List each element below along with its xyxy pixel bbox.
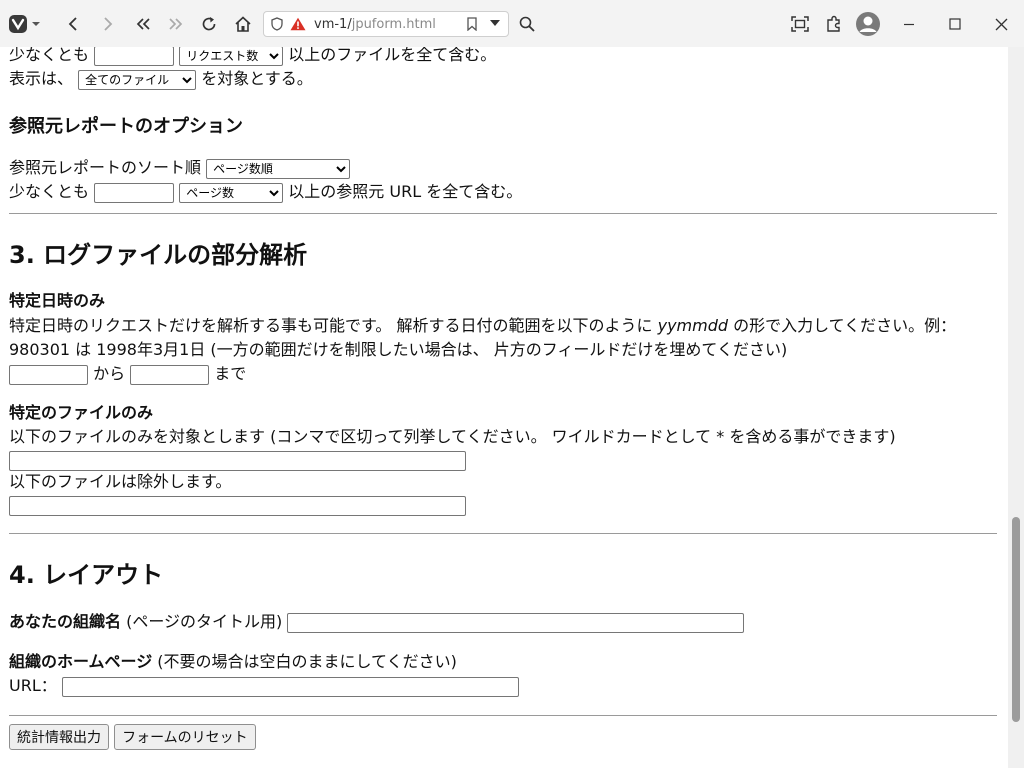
homepage-url-row: URL： bbox=[9, 676, 519, 697]
search-icon[interactable] bbox=[516, 12, 538, 36]
browser-toolbar: vm-1/jpuform.html bbox=[0, 0, 1024, 47]
submit-stats-button[interactable]: 統計情報出力 bbox=[9, 724, 109, 750]
file-filter-heading: 特定のファイルのみ bbox=[9, 403, 154, 422]
divider bbox=[9, 533, 997, 534]
exclude-files-label: 以下のファイルは除外します。 bbox=[9, 472, 232, 491]
org-name-input[interactable] bbox=[287, 612, 745, 633]
min-requests-row: 少なくとも リクエスト数 以上のファイルを全て含む。 bbox=[9, 47, 496, 66]
homepage-url-label: URL： bbox=[9, 676, 57, 695]
file-filter-description: 以下のファイルのみを対象とします (コンマで区切って列挙してください。 ワイルド… bbox=[9, 427, 896, 446]
warning-icon[interactable] bbox=[290, 17, 306, 31]
date-to-input[interactable] bbox=[130, 364, 210, 385]
shield-icon[interactable] bbox=[271, 17, 283, 31]
referrer-options-heading: 参照元レポートのオプション bbox=[9, 116, 243, 137]
min-requests-unit-select[interactable]: リクエスト数 bbox=[179, 47, 284, 66]
org-name-hint: (ページのタイトル用) bbox=[126, 612, 283, 631]
url-dropdown-icon[interactable] bbox=[490, 20, 500, 27]
referrer-min-row: 少なくとも ページ数 以上の参照元 URL を全て含む。 bbox=[9, 182, 522, 203]
reload-icon[interactable] bbox=[198, 12, 220, 36]
reset-form-button[interactable]: フォームのリセット bbox=[114, 724, 256, 750]
homepage-url-input[interactable] bbox=[61, 676, 519, 697]
date-range-heading: 特定日時のみ bbox=[9, 291, 106, 310]
date-range-description: 特定日時のリクエストだけを解析する事も可能です。 解析する日付の範囲を以下のよう… bbox=[9, 316, 956, 336]
date-desc-part-b: の形で入力してください。例： bbox=[733, 316, 957, 335]
display-scope-prefix: 表示は、 bbox=[9, 69, 74, 88]
close-icon[interactable] bbox=[990, 12, 1012, 36]
scrollbar-thumb[interactable] bbox=[1012, 517, 1020, 722]
rewind-icon[interactable] bbox=[131, 12, 155, 36]
referrer-min-unit-select[interactable]: ページ数 bbox=[179, 182, 284, 203]
address-bar[interactable]: vm-1/jpuform.html bbox=[263, 11, 509, 37]
section4-heading: 4. レイアウト bbox=[9, 561, 164, 589]
min-requests-prefix: 少なくとも bbox=[9, 47, 90, 64]
vivaldi-menu-icon[interactable] bbox=[8, 12, 42, 36]
homepage-label: 組織のホームページ bbox=[9, 652, 153, 671]
referrer-sort-label: 参照元レポートのソート順 bbox=[9, 158, 202, 177]
referrer-sort-row: 参照元レポートのソート順 ページ数順 bbox=[9, 158, 351, 179]
form-actions: 統計情報出力 フォームのリセット bbox=[9, 724, 256, 750]
min-requests-suffix: 以上のファイルを全て含む。 bbox=[288, 47, 497, 64]
back-icon[interactable] bbox=[62, 12, 84, 36]
referrer-min-suffix: 以上の参照元 URL を全て含む。 bbox=[288, 182, 523, 201]
date-from-input[interactable] bbox=[9, 364, 88, 385]
date-desc-part-a: 特定日時のリクエストだけを解析する事も可能です。 解析する日付の範囲を以下のよう… bbox=[9, 316, 653, 335]
homepage-row: 組織のホームページ (不要の場合は空白のままにしてください) bbox=[9, 652, 457, 672]
date-to-label: まで bbox=[214, 364, 247, 383]
exclude-files-input[interactable] bbox=[9, 496, 466, 516]
min-requests-input[interactable] bbox=[94, 47, 175, 66]
profile-avatar-icon[interactable] bbox=[854, 10, 882, 38]
home-icon[interactable] bbox=[232, 12, 254, 36]
homepage-hint: (不要の場合は空白のままにしてください) bbox=[157, 652, 457, 671]
display-scope-row: 表示は、 全てのファイル を対象とする。 bbox=[9, 69, 313, 90]
page-scrollbar[interactable] bbox=[1008, 47, 1024, 768]
section3-heading: 3. ログファイルの部分解析 bbox=[9, 241, 308, 269]
org-name-label: あなたの組織名 bbox=[9, 612, 122, 631]
url-host: vm-1/ bbox=[314, 16, 352, 32]
bookmark-icon[interactable] bbox=[467, 17, 477, 31]
referrer-min-prefix: 少なくとも bbox=[9, 182, 90, 201]
date-range-example: 980301 は 1998年3月1日 (一方の範囲だけを制限したい場合は、 片方… bbox=[9, 340, 788, 359]
date-range-row: から まで bbox=[9, 364, 246, 385]
minimize-icon[interactable] bbox=[898, 12, 920, 36]
display-scope-select[interactable]: 全てのファイル bbox=[78, 69, 197, 90]
extensions-icon[interactable] bbox=[823, 12, 845, 36]
url-text: vm-1/jpuform.html bbox=[314, 17, 436, 32]
referrer-min-input[interactable] bbox=[94, 182, 175, 203]
display-scope-suffix: を対象とする。 bbox=[201, 69, 313, 88]
divider bbox=[9, 715, 997, 716]
capture-icon[interactable] bbox=[789, 12, 811, 36]
url-path: jpuform.html bbox=[351, 16, 436, 32]
include-files-input[interactable] bbox=[9, 451, 466, 471]
date-from-label: から bbox=[93, 364, 126, 383]
org-name-row: あなたの組織名 (ページのタイトル用) bbox=[9, 612, 745, 633]
date-format-text: yymmdd bbox=[657, 316, 729, 335]
divider bbox=[9, 213, 997, 214]
fast-forward-icon[interactable] bbox=[164, 12, 188, 36]
maximize-icon[interactable] bbox=[944, 12, 966, 36]
referrer-sort-select[interactable]: ページ数順 bbox=[206, 158, 351, 179]
forward-icon[interactable] bbox=[97, 12, 119, 36]
page-content: 少なくとも リクエスト数 以上のファイルを全て含む。 表示は、 全てのファイル … bbox=[0, 47, 1008, 768]
